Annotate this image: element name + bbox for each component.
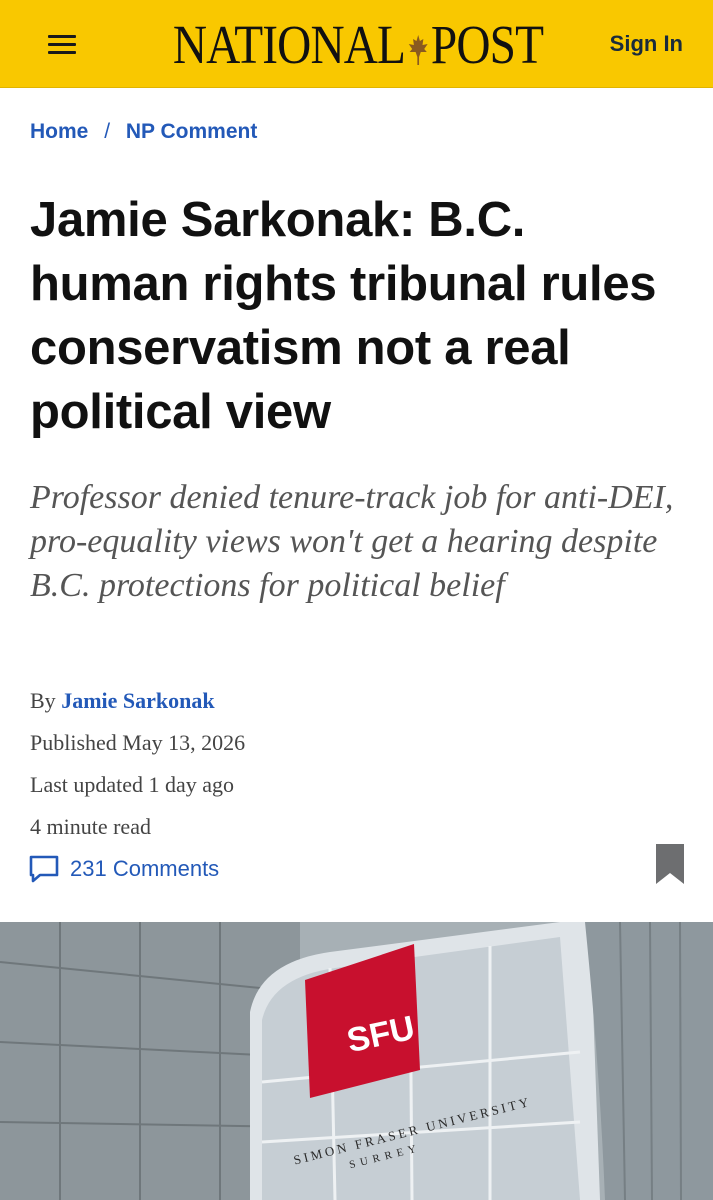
hero-image: SFU SIMON FRASER UNIVERSITY SURREY (0, 922, 713, 1200)
breadcrumb-separator: / (104, 120, 111, 143)
bookmark-icon[interactable] (654, 842, 686, 886)
article-headline: Jamie Sarkonak: B.C. human rights tribun… (30, 193, 657, 439)
logo-word-national: NATIONAL (172, 13, 406, 75)
speech-bubble-icon (29, 855, 59, 883)
last-updated: Last updated 1 day ago (30, 772, 235, 797)
byline: By Jamie Sarkonak (30, 688, 215, 714)
site-logo[interactable]: NATIONAL POST (173, 10, 544, 78)
byline-prefix: By (30, 688, 56, 713)
sign-in-button[interactable]: Sign In (610, 31, 683, 57)
logo-word-post: POST (430, 13, 544, 75)
comments-link[interactable]: 231 Comments (28, 854, 219, 884)
maple-leaf-icon (407, 17, 429, 65)
published-date: Published May 13, 2026 (30, 730, 246, 755)
comments-count-label: 231 Comments (70, 856, 220, 881)
site-header: NATIONAL POST Sign In (0, 0, 713, 88)
breadcrumb-home-link[interactable]: Home (30, 120, 88, 143)
hamburger-menu-icon[interactable] (46, 30, 80, 58)
read-time: 4 minute read (30, 814, 151, 839)
breadcrumb: Home / NP Comment (30, 120, 257, 144)
breadcrumb-section-link[interactable]: NP Comment (126, 120, 257, 143)
article-subheadline: Professor denied tenure-track job for an… (30, 479, 674, 604)
author-link[interactable]: Jamie Sarkonak (61, 688, 214, 713)
